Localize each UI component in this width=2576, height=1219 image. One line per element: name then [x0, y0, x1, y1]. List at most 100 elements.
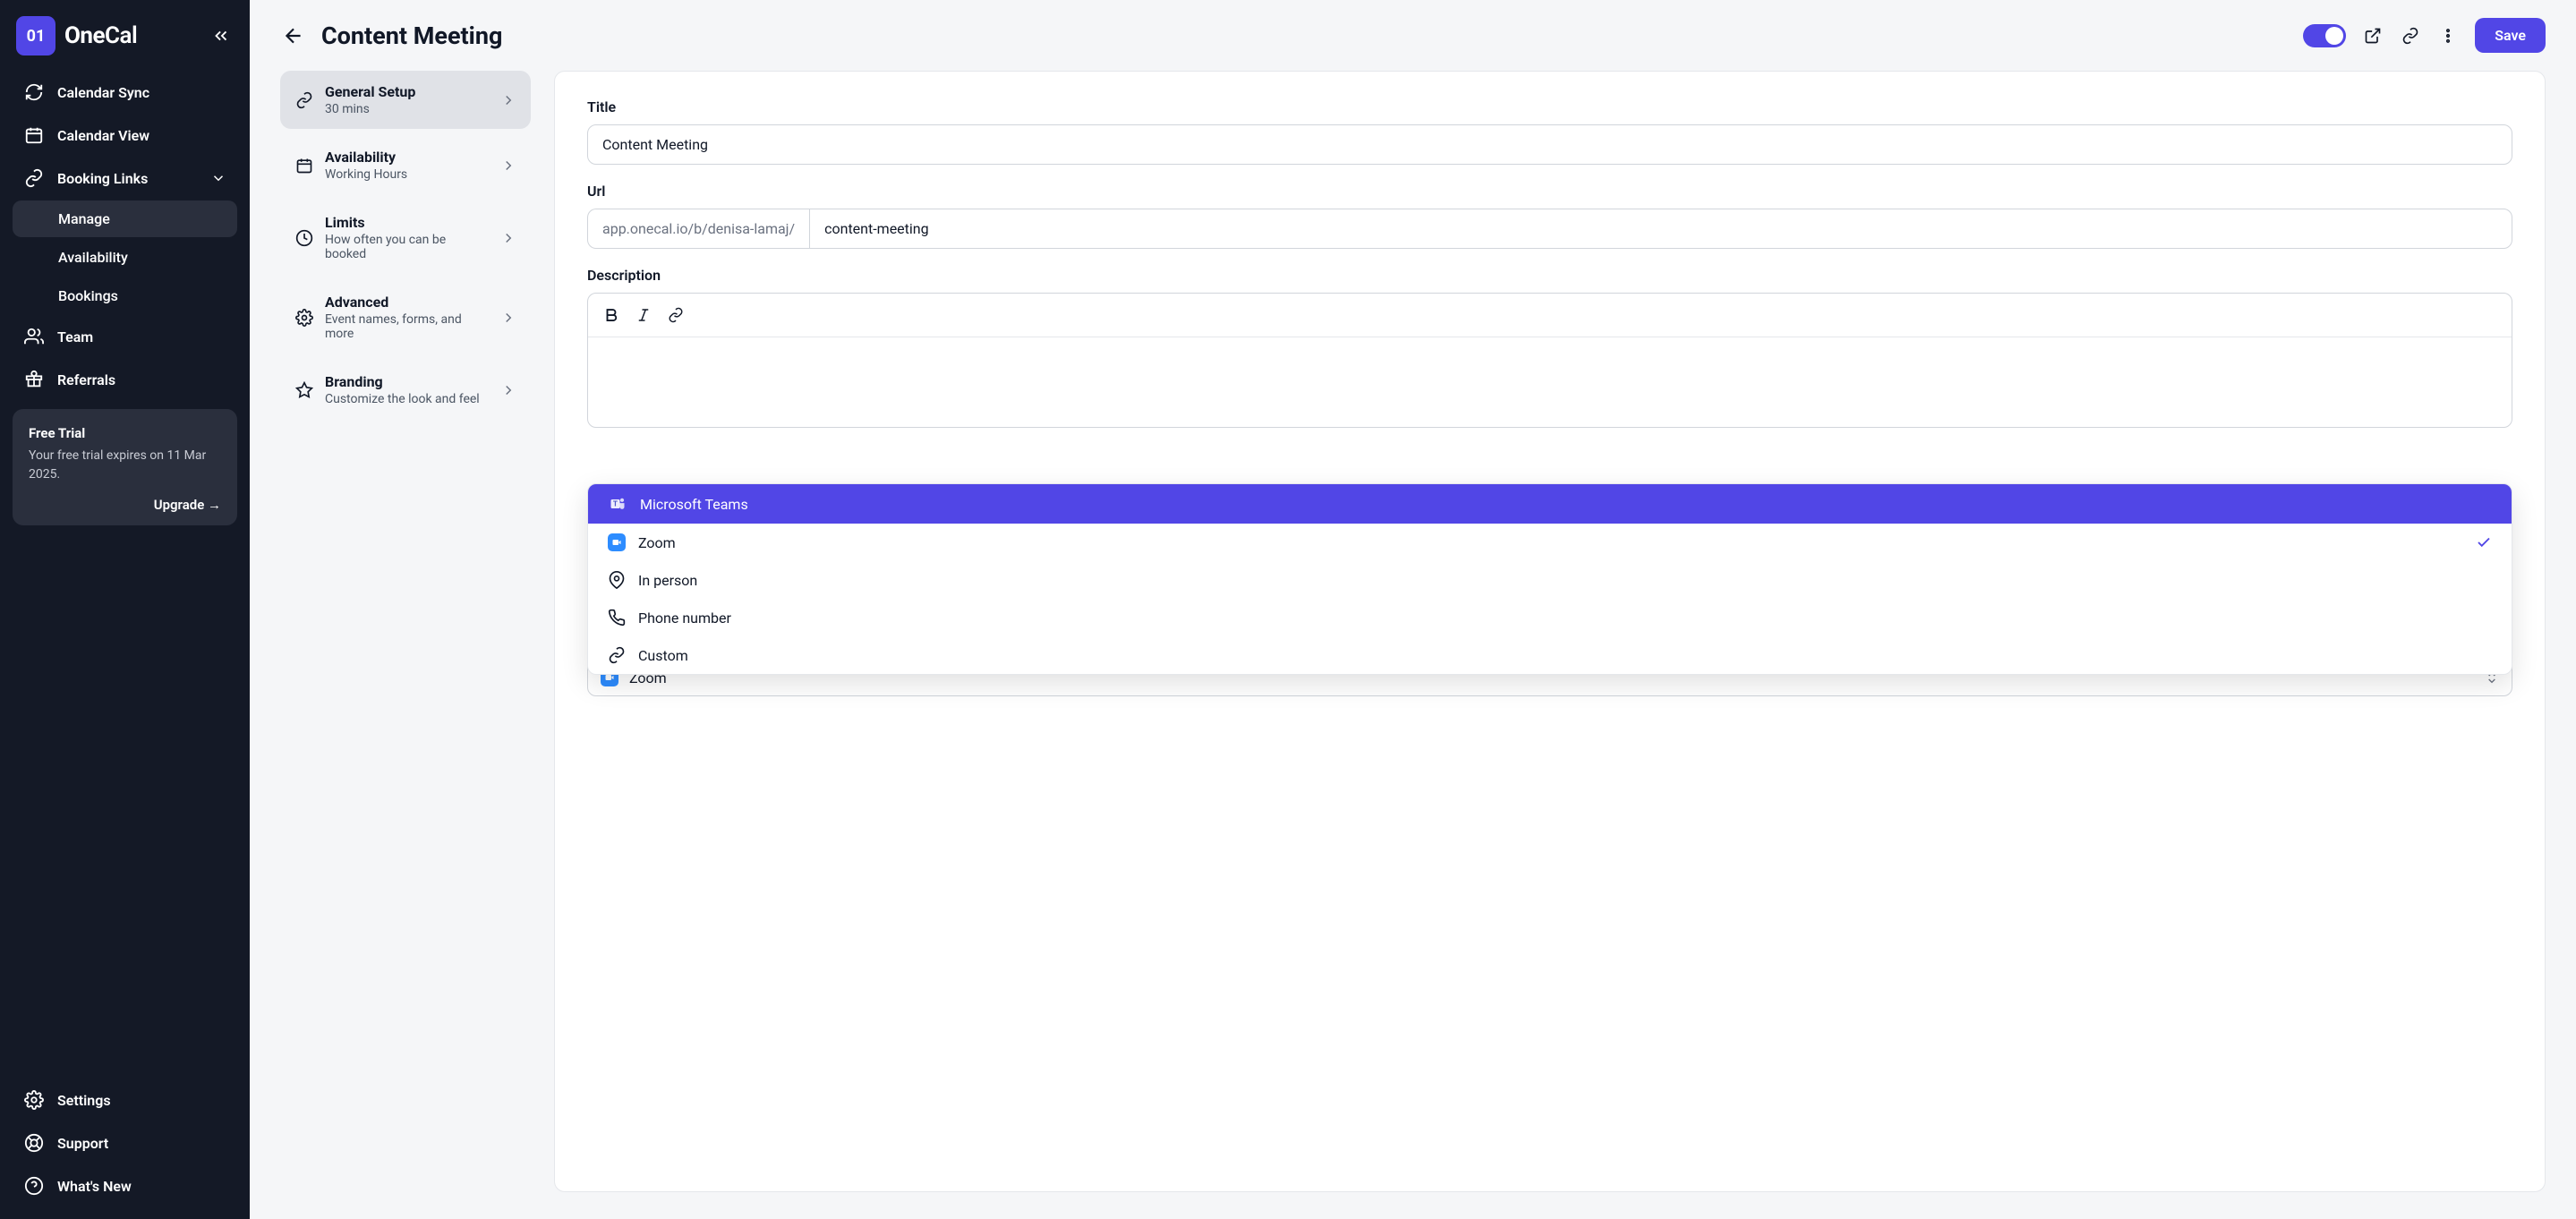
logo-badge: 01	[16, 16, 55, 55]
nav-label: Settings	[57, 1092, 111, 1109]
link-icon	[608, 646, 626, 664]
section-title: Advanced	[325, 294, 490, 311]
description-label: Description	[587, 267, 2512, 284]
zoom-icon	[608, 533, 626, 551]
nav-bookings[interactable]: Bookings	[13, 277, 237, 314]
bold-button[interactable]	[597, 301, 626, 329]
save-button[interactable]: Save	[2475, 18, 2546, 53]
content-row: General Setup 30 mins Availability Worki…	[250, 71, 2576, 1219]
sidebar-bottom: Settings Support What's New	[13, 1079, 237, 1206]
section-subtitle: Event names, forms, and more	[325, 312, 490, 341]
option-custom[interactable]: Custom	[588, 636, 2512, 674]
help-icon	[23, 1175, 45, 1197]
back-button[interactable]	[280, 22, 307, 49]
option-label: Phone number	[638, 610, 731, 627]
more-vertical-icon	[2439, 27, 2457, 45]
nav-label: Availability	[58, 249, 128, 266]
check-icon	[2476, 534, 2492, 550]
trial-description: Your free trial expires on 11 Mar 2025.	[29, 447, 221, 484]
trial-title: Free Trial	[29, 425, 221, 441]
nav-availability[interactable]: Availability	[13, 239, 237, 276]
open-external-button[interactable]	[2362, 25, 2384, 47]
chevron-right-icon	[500, 92, 516, 108]
link-icon	[668, 307, 684, 323]
teams-icon: T	[608, 494, 627, 514]
nav-settings[interactable]: Settings	[13, 1079, 237, 1121]
main-content: Content Meeting Save Gene	[250, 0, 2576, 1219]
chevron-right-icon	[500, 158, 516, 174]
editor-toolbar	[588, 294, 2512, 337]
support-icon	[23, 1132, 45, 1154]
location-dropdown: T Microsoft Teams Zoom	[587, 483, 2512, 675]
section-title: General Setup	[325, 83, 415, 100]
section-branding[interactable]: Branding Customize the look and feel	[280, 361, 531, 419]
chevron-right-icon	[500, 310, 516, 326]
option-label: Microsoft Teams	[640, 496, 748, 513]
nav-label: Support	[57, 1135, 108, 1152]
title-label: Title	[587, 98, 2512, 115]
svg-text:T: T	[613, 500, 618, 509]
url-slug-input[interactable]	[809, 209, 2512, 249]
nav-calendar-view[interactable]: Calendar View	[13, 115, 237, 156]
link-icon	[2401, 27, 2419, 45]
topbar: Content Meeting Save	[250, 0, 2576, 71]
option-microsoft-teams[interactable]: T Microsoft Teams	[588, 484, 2512, 524]
section-subtitle: Working Hours	[325, 167, 407, 182]
nav-whats-new[interactable]: What's New	[13, 1165, 237, 1206]
nav-label: Bookings	[58, 287, 118, 304]
external-link-icon	[2364, 27, 2382, 45]
section-availability[interactable]: Availability Working Hours	[280, 136, 531, 194]
sidebar-header: 01 OneCal	[13, 13, 237, 72]
editor-body[interactable]	[588, 337, 2512, 427]
rich-text-editor	[587, 293, 2512, 428]
link-button[interactable]	[661, 301, 690, 329]
logo-text: OneCal	[64, 22, 137, 49]
sync-icon	[23, 81, 45, 103]
nav-team[interactable]: Team	[13, 316, 237, 357]
option-label: Custom	[638, 647, 688, 664]
section-limits[interactable]: Limits How often you can be booked	[280, 201, 531, 274]
option-label: In person	[638, 572, 697, 589]
bold-icon	[603, 307, 619, 323]
nav-referrals[interactable]: Referrals	[13, 359, 237, 400]
calendar-icon	[294, 156, 314, 175]
nav-manage[interactable]: Manage	[13, 200, 237, 237]
nav-booking-links[interactable]: Booking Links	[13, 158, 237, 199]
arrow-left-icon	[282, 24, 305, 47]
chevrons-left-icon	[211, 26, 231, 46]
page-title: Content Meeting	[321, 21, 502, 50]
option-phone[interactable]: Phone number	[588, 599, 2512, 636]
more-button[interactable]	[2437, 25, 2459, 47]
section-subtitle: How often you can be booked	[325, 233, 490, 261]
link-icon	[23, 167, 45, 189]
nav-label: Manage	[58, 210, 110, 227]
team-icon	[23, 326, 45, 347]
url-row: app.onecal.io/b/denisa-lamaj/	[587, 209, 2512, 249]
clock-icon	[294, 228, 314, 248]
italic-button[interactable]	[629, 301, 658, 329]
nav-calendar-sync[interactable]: Calendar Sync	[13, 72, 237, 113]
description-group: Description	[587, 267, 2512, 428]
link-icon	[294, 90, 314, 110]
url-label: Url	[587, 183, 2512, 200]
sidebar-collapse-button[interactable]	[209, 23, 234, 48]
nav-support[interactable]: Support	[13, 1122, 237, 1164]
logo[interactable]: 01 OneCal	[16, 16, 137, 55]
title-group: Title	[587, 98, 2512, 165]
copy-link-button[interactable]	[2400, 25, 2421, 47]
nav-label: Team	[57, 328, 93, 345]
section-general-setup[interactable]: General Setup 30 mins	[280, 71, 531, 129]
star-icon	[294, 380, 314, 400]
url-prefix: app.onecal.io/b/denisa-lamaj/	[587, 209, 809, 249]
section-advanced[interactable]: Advanced Event names, forms, and more	[280, 281, 531, 354]
enabled-toggle[interactable]	[2303, 24, 2346, 47]
chevron-right-icon	[500, 230, 516, 246]
upgrade-link[interactable]: Upgrade →	[29, 497, 221, 513]
option-zoom[interactable]: Zoom	[588, 524, 2512, 561]
title-input[interactable]	[587, 124, 2512, 165]
gear-icon	[294, 308, 314, 328]
sidebar: 01 OneCal Calendar Sync Calendar View	[0, 0, 250, 1219]
nav-label: Calendar View	[57, 127, 149, 144]
pin-icon	[608, 571, 626, 589]
option-in-person[interactable]: In person	[588, 561, 2512, 599]
